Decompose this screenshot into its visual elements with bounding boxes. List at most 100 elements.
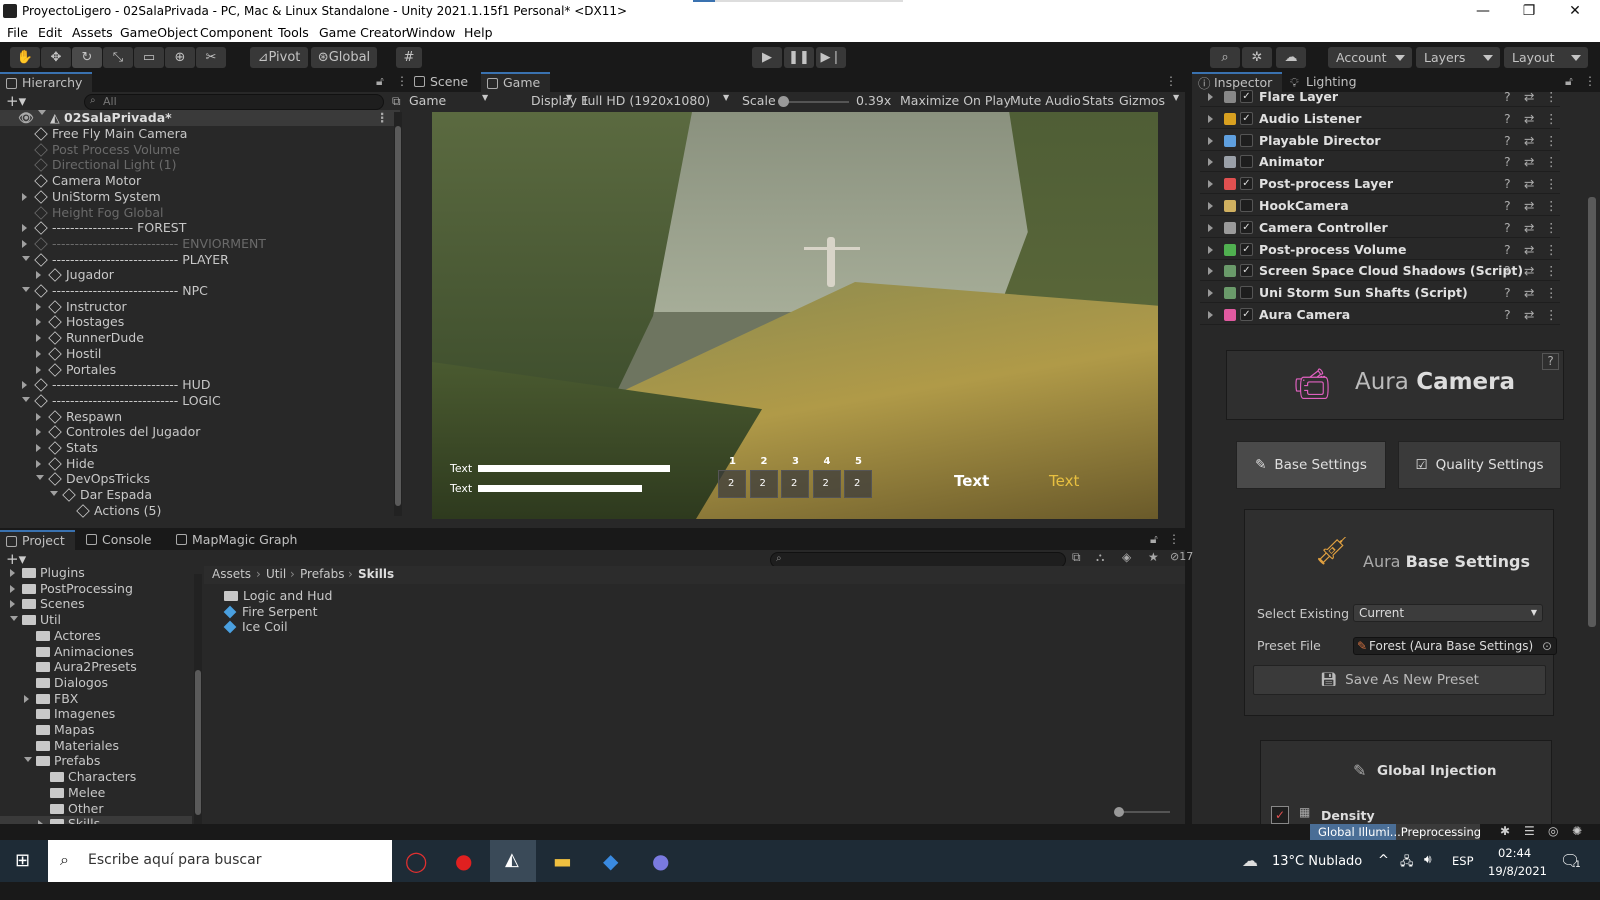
component-enable-checkbox[interactable] [1240,199,1253,212]
object-picker-icon[interactable]: ⊙ [1542,638,1552,654]
component-header[interactable]: ✓ Post-process Volume? ⇄ ⋮ [1200,239,1560,260]
project-tree-item[interactable]: Imagenes [0,706,192,722]
close-button[interactable]: ✕ [1552,0,1598,23]
tree-scrollbar[interactable] [194,574,202,826]
breadcrumb-skills[interactable]: Skills [358,567,394,581]
project-tree-item[interactable]: Actores [0,628,192,644]
project-lock-icon[interactable]: 🔓︎ [1150,532,1158,547]
help-icon[interactable]: ? [1504,282,1511,303]
filter-icon[interactable]: ⛬ [1096,550,1104,565]
expand-arrow-icon[interactable] [36,412,45,421]
project-tree-item[interactable]: Util [0,612,192,628]
component-header[interactable]: ✓ Flare Layer? ⇄ ⋮ [1200,86,1560,107]
expand-arrow-icon[interactable] [36,318,45,327]
inspector-lock-icon[interactable]: 🔓︎ [1565,74,1573,89]
add-icon[interactable]: +▾ [6,92,26,110]
component-enable-checkbox[interactable]: ✓ [1240,264,1253,278]
expand-arrow-icon[interactable] [36,365,45,374]
expand-arrow-icon[interactable] [36,349,45,358]
preset-icon[interactable]: ⇄ [1524,195,1534,216]
component-enable-checkbox[interactable]: ✓ [1240,111,1253,125]
visibility-icon[interactable]: 👁︎ [18,110,34,126]
expand-arrow-icon[interactable] [22,287,30,296]
preset-file-field[interactable]: ✎ Forest (Aura Base Settings) ⊙ [1353,637,1557,655]
hierarchy-item[interactable]: UniStorm System [0,189,390,205]
view-mode-dropdown[interactable]: Game [409,93,446,108]
component-menu-icon[interactable]: ⋮ [1545,195,1558,216]
expand-arrow-icon[interactable] [1208,114,1217,123]
menu-edit[interactable]: Edit [38,25,62,40]
transform-tool-icon[interactable]: ⊕ [165,47,195,68]
unity-taskbar-active[interactable]: ◭ [490,840,536,882]
windows-start-icon[interactable]: ⊞ [15,850,30,871]
hierarchy-item[interactable]: ------------------ FOREST [0,220,390,236]
expand-arrow-icon[interactable] [38,110,46,119]
hierarchy-item[interactable]: Hostages [0,314,390,330]
discord-icon[interactable]: ● [652,849,669,873]
hierarchy-item[interactable]: DevOpsTricks [0,471,390,487]
component-menu-icon[interactable]: ⋮ [1545,173,1558,194]
menu-gameobject[interactable]: GameObject [120,25,198,40]
scale-tool-icon[interactable]: ⤡ [103,47,133,68]
component-menu-icon[interactable]: ⋮ [1545,239,1558,260]
tab-scene[interactable]: Scene [408,72,478,92]
hand-tool-icon[interactable]: ✋ [10,47,40,68]
expand-arrow-icon[interactable] [24,694,33,703]
expand-arrow-icon[interactable] [36,302,45,311]
project-file-item[interactable]: Fire Serpent [223,604,524,620]
hierarchy-item[interactable]: Dar Espada [0,487,390,503]
expand-arrow-icon[interactable] [22,224,31,233]
scene-row[interactable]: 👁︎ ◭ 02SalaPrivada* ⋮ [0,110,400,126]
hierarchy-item[interactable]: Instructor [0,299,390,315]
hierarchy-item[interactable]: Post Process Volume [0,142,390,158]
component-enable-checkbox[interactable]: ✓ [1240,177,1253,191]
preset-icon[interactable]: ⇄ [1524,282,1534,303]
component-enable-checkbox[interactable]: ✓ [1240,242,1253,256]
component-header[interactable]: ✓ Audio Listener? ⇄ ⋮ [1200,108,1560,129]
vs-code-icon[interactable]: ◆ [603,849,618,873]
expand-arrow-icon[interactable] [22,255,30,265]
rect-tool-icon[interactable]: ▭ [134,47,164,68]
help-icon[interactable]: ? [1542,353,1559,370]
play-button[interactable]: ▶ [752,47,782,68]
tab-mapmagic-graph[interactable]: MapMagic Graph [170,530,307,550]
help-icon[interactable]: ? [1504,217,1511,238]
expand-arrow-icon[interactable] [1208,267,1217,276]
component-menu-icon[interactable]: ⋮ [1545,304,1558,325]
expand-arrow-icon[interactable] [1208,158,1217,167]
help-icon[interactable]: ? [1504,130,1511,151]
cache-icon[interactable]: ☰ [1524,824,1535,838]
inspector-more-icon[interactable]: ⋮ [1584,74,1596,88]
scene-menu-icon[interactable]: ⋮ [376,110,389,126]
preset-icon[interactable]: ⇄ [1524,86,1534,107]
preset-icon[interactable]: ⇄ [1524,304,1534,325]
weather-text[interactable]: 13°C Nublado [1272,854,1362,869]
component-menu-icon[interactable]: ⋮ [1545,282,1558,303]
hierarchy-item[interactable]: Controles del Jugador [0,424,390,440]
clock-date[interactable]: 19/8/2021 [1488,864,1547,878]
expand-arrow-icon[interactable] [1208,245,1217,254]
density-checkbox[interactable]: ✓ [1271,806,1289,824]
project-tree-item[interactable]: Characters [0,769,192,785]
cloud-icon[interactable]: ☁ [1276,47,1306,68]
expand-arrow-icon[interactable] [36,334,45,343]
expand-arrow-icon[interactable] [1208,202,1217,210]
expand-arrow-icon[interactable] [22,239,31,248]
file-explorer-icon[interactable]: ▬ [553,849,572,873]
project-tree-item[interactable]: PostProcessing [0,581,192,597]
breadcrumb-util[interactable]: Util [266,567,286,581]
hierarchy-item[interactable]: Directional Light (1) [0,157,390,173]
hierarchy-item[interactable]: Height Fog Global [0,205,390,221]
hierarchy-item[interactable]: Jugador [0,267,390,283]
maximize-button[interactable]: ❐ [1506,0,1552,23]
pause-button[interactable]: ❚❚ [784,47,814,68]
hierarchy-item[interactable]: ---------------------------- HUD [0,377,390,393]
component-enable-checkbox[interactable]: ✓ [1240,308,1253,321]
network-tray-icon[interactable]: 🖧︎ [1400,852,1413,873]
search-icon[interactable]: ⌕ [1210,47,1240,68]
save-as-new-preset-button[interactable]: 💾︎ Save As New Preset [1253,665,1546,695]
project-tree-item[interactable]: FBX [0,691,192,707]
grid-snap-icon[interactable]: # [396,47,422,68]
hierarchy-item[interactable]: Portales [0,362,390,378]
hierarchy-item[interactable]: Free Fly Main Camera [0,126,390,142]
